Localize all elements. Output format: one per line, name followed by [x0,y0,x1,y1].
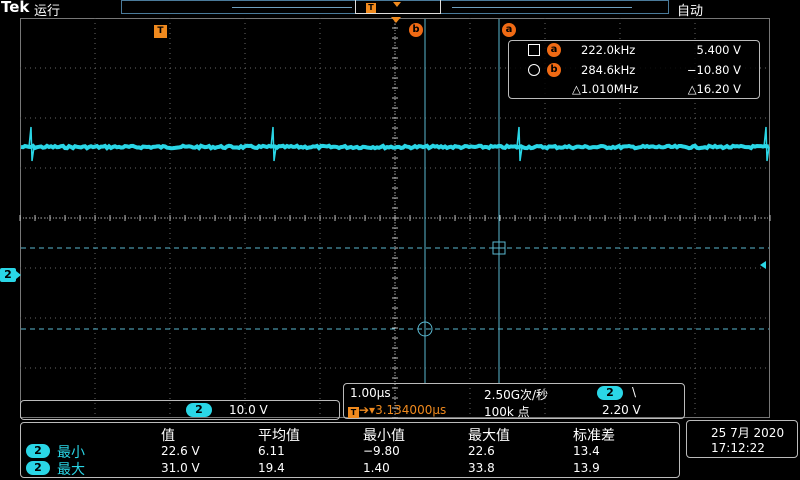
cell-min: −9.80 [363,444,400,458]
ch2-ground-marker[interactable]: 2 [0,268,21,282]
time-per-div: 1.00μs [350,386,391,400]
waveform-glitches [28,126,770,162]
trigger-source-badge: 2 [597,386,623,400]
trigger-slope-icon: \ [632,385,637,399]
volts-per-div: 10.0 V [229,403,268,417]
cursor-a-badge[interactable]: a [502,23,516,37]
col-header-stddev: 标准差 [573,428,615,444]
cell-stddev: 13.9 [573,461,600,475]
circle-icon [528,64,540,76]
ch2-waveform-trace [20,143,770,151]
cursor-delta-row: △1.010MHz △16.20 V [509,82,759,98]
record-length: 100k 点 [484,405,530,419]
delta-voltage: △16.20 V [687,82,741,96]
waveform-spike [763,126,770,162]
cell-value: 22.6 V [161,444,200,458]
cursor-b-voltage: −10.80 V [686,63,741,77]
date: 25 7月 2020 [711,426,785,440]
cell-max: 22.6 [468,444,495,458]
cell-max: 33.8 [468,461,495,475]
cursor-a-frequency: 222.0kHz [581,43,636,57]
measurements-panel[interactable]: 值 平均值 最小值 最大值 标准差 2 最小 22.6 V 6.11 −9.80… [20,422,680,478]
cell-min: 1.40 [363,461,390,475]
row-name: 最大 [57,462,85,478]
trigger-position: T ➔▾3.134000μs [348,403,446,418]
cursor-b-label: b [547,63,561,77]
row-channel-badge: 2 [26,461,50,475]
sample-rate: 2.50G次/秒 [484,388,549,402]
ch2-badge: 2 [186,403,212,417]
col-header-max: 最大值 [468,428,510,444]
waveform-spike [516,126,523,162]
row-channel-badge: 2 [26,444,50,458]
cell-mean: 6.11 [258,444,285,458]
trigger-level: 2.20 V [602,403,641,417]
vertical-scale-panel[interactable]: 2 10.0 V [20,400,340,420]
col-header-mean: 平均值 [258,428,300,444]
col-header-min: 最小值 [363,428,405,444]
time: 17:12:22 [711,441,765,455]
cursor-a-voltage: 5.400 V [696,43,741,57]
trigger-position-arrow-icon[interactable] [391,17,401,23]
trigger-position-value: ➔▾3.134000μs [359,403,447,417]
cell-mean: 19.4 [258,461,285,475]
waveform-spike [270,126,277,162]
cursor-a-label: a [547,43,561,57]
cursor-readout-panel[interactable]: a 222.0kHz 5.400 V b 284.6kHz −10.80 V △… [508,40,760,99]
col-header-value: 值 [161,428,175,444]
cursor-b-row: b 284.6kHz −10.80 V [509,63,759,79]
delta-frequency: △1.010MHz [572,82,639,96]
trigger-level-arrow-icon[interactable] [760,261,766,269]
datetime-panel[interactable]: 25 7月 2020 17:12:22 [686,420,798,458]
horizontal-trigger-panel[interactable]: 1.00μs 2.50G次/秒 2 \ T ➔▾3.134000μs 100k 点… [343,383,685,419]
cursor-a-row: a 222.0kHz 5.400 V [509,43,759,59]
cell-stddev: 13.4 [573,444,600,458]
cursor-b-badge[interactable]: b [409,23,423,37]
square-icon [528,44,540,56]
cursor-b-frequency: 284.6kHz [581,63,636,77]
cell-value: 31.0 V [161,461,200,475]
trigger-icon[interactable]: T [154,25,167,38]
trigger-icon: T [348,407,359,418]
